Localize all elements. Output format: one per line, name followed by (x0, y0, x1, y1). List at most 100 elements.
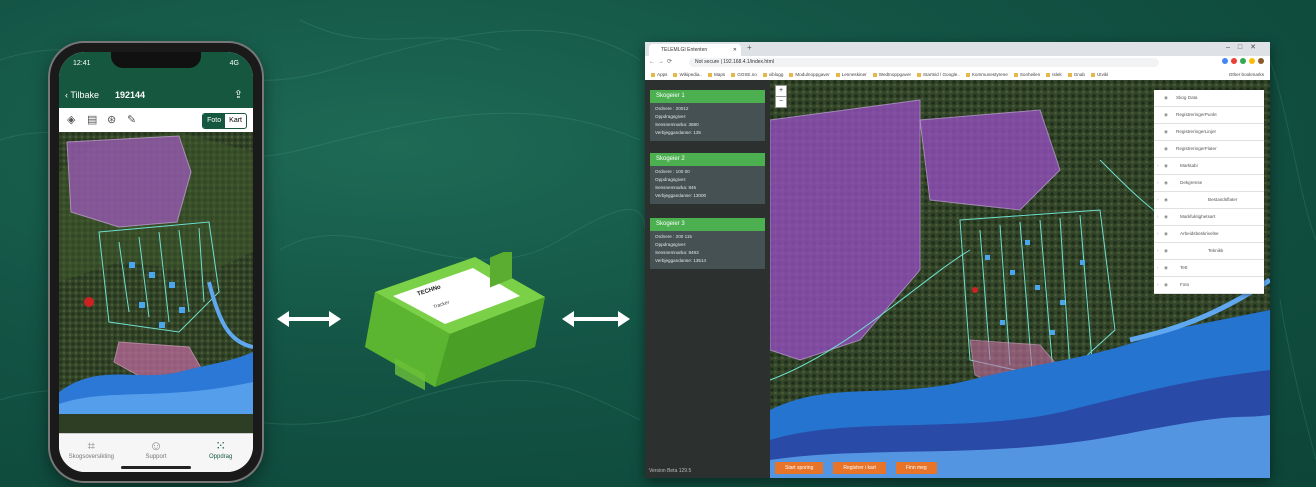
extension-icon[interactable] (1249, 58, 1255, 64)
layer-item[interactable]: ◉ RegistreringerLinjer (1154, 124, 1264, 141)
register-in-map-button[interactable]: Registrer i kart (833, 462, 886, 474)
toggle-foto[interactable]: Foto (203, 114, 226, 128)
map-view[interactable]: + − ◉ Skog Data ◉ RegistreringerPunkt ◉ Regis… (770, 80, 1270, 478)
start-tracking-button[interactable]: Start sporing (775, 462, 824, 474)
extension-icon[interactable] (1231, 58, 1237, 64)
eye-icon[interactable]: ◉ (1164, 192, 1168, 208)
layer-item[interactable]: › ◉ Bestandsflater (1154, 192, 1264, 209)
window-controls[interactable]: –□✕ (1226, 43, 1264, 51)
browser-tab[interactable]: TELEMLGI Ententen ✕ (649, 44, 741, 56)
bookmark-item[interactable]: Apps (651, 69, 667, 80)
layer-item[interactable]: › ◉ Teknikk (1154, 243, 1264, 260)
address-bar[interactable]: Not secure | 192.168.4.1/index.html (689, 58, 1159, 67)
chevron-right-icon[interactable]: › (1157, 226, 1159, 242)
layer-item[interactable]: ◉ RegistreringerFlater (1154, 141, 1264, 158)
extension-icon[interactable] (1222, 58, 1228, 64)
tab-oppdrag[interactable]: ⁙ Oppdrag (188, 434, 253, 472)
tracker-device: TECHNo Tracker (355, 248, 555, 392)
eye-icon[interactable]: ◉ (1164, 277, 1168, 293)
bookmark-item[interactable]: Sonheilen (1014, 69, 1040, 80)
layers-icon[interactable]: ◈ (67, 113, 75, 126)
back-button[interactable]: ‹ Tilbake (65, 90, 99, 100)
browser-nav-icons[interactable]: ←→⟳ (649, 58, 675, 65)
phone-notch (111, 52, 201, 68)
avatar[interactable] (1258, 58, 1264, 64)
eye-icon[interactable]: ◉ (1164, 175, 1168, 191)
phone-map-graphic (59, 132, 253, 414)
chevron-right-icon[interactable]: › (1157, 192, 1159, 208)
owner-card[interactable]: Skogeier 3 Ordnere : 200 115 Oppdragsgiv… (650, 218, 765, 269)
eye-icon[interactable]: ◉ (1164, 260, 1168, 276)
chevron-right-icon[interactable]: › (1157, 243, 1159, 259)
layer-label: Marktabi (1180, 163, 1198, 168)
bookmark-item[interactable]: Wikipedia.. (673, 69, 701, 80)
bookmark-item[interactable]: Startsid / Google.. (917, 69, 960, 80)
close-icon[interactable]: ✕ (733, 44, 737, 56)
toggle-kart[interactable]: Kart (225, 114, 246, 128)
truck-icon[interactable]: ▤ (87, 113, 97, 126)
bookmark-item[interactable]: Modulnoppgaver (789, 69, 829, 80)
owner-card-line: Sensnemnarka: 8493 (655, 250, 699, 255)
layer-item[interactable]: › ◉ Dekgrense (1154, 175, 1264, 192)
layer-label: Foto (1180, 282, 1190, 287)
tab-skogsoversikting[interactable]: ⌗ Skogsoversikting (59, 434, 124, 472)
chevron-right-icon[interactable]: › (1157, 277, 1159, 293)
sidebar: Skogeier 1 Ordnere : 20012 Oppdragsgiver… (645, 80, 770, 478)
layer-item[interactable]: › ◉ Markfuktighetsart (1154, 209, 1264, 226)
browser-window: TELEMLGI Ententen ✕ + –□✕ ←→⟳ Not secure… (645, 42, 1270, 478)
bookmark-item[interactable]: Lenneskiner (836, 69, 867, 80)
eye-icon[interactable]: ◉ (1164, 124, 1168, 140)
bidirectional-arrow-icon (562, 311, 630, 327)
view-toggle: Foto Kart (202, 113, 247, 129)
phone-mockup: 12:41 4G ‹ Tilbake 192144 ⇪ ◈ ▤ ⊛ ✎ Foto… (50, 43, 262, 481)
layer-label: Bestandsflater (1208, 197, 1238, 202)
owner-card[interactable]: Skogeier 1 Ordnere : 20012 Oppdragsgiver… (650, 90, 765, 141)
status-signal: 4G (229, 60, 239, 67)
find-me-button[interactable]: Finn meg (895, 462, 937, 474)
layer-item[interactable]: ◉ RegistreringerPunkt (1154, 107, 1264, 124)
layer-item[interactable]: › ◉ Marktabi (1154, 158, 1264, 175)
phone-map[interactable] (59, 132, 253, 434)
layer-item[interactable]: ◉ Skog Data (1154, 90, 1264, 107)
layer-item[interactable]: › ◉ Tett (1154, 260, 1264, 277)
nav-bar: ‹ Tilbake 192144 ⇪ (59, 84, 253, 108)
owner-card-line: Sensnemnarka: 3680 (655, 122, 699, 127)
pen-icon[interactable]: ✎ (127, 113, 136, 126)
bookmark-item[interactable]: Gnab (1068, 69, 1085, 80)
chevron-right-icon[interactable]: › (1157, 158, 1159, 174)
eye-icon[interactable]: ◉ (1164, 243, 1168, 259)
bookmark-item[interactable]: Wedtnoppgaver (873, 69, 911, 80)
eye-icon[interactable]: ◉ (1164, 158, 1168, 174)
layer-item[interactable]: › ◉ Foto (1154, 277, 1264, 294)
layer-panel: ◉ Skog Data ◉ RegistreringerPunkt ◉ Registrer… (1154, 90, 1264, 294)
settings-icon[interactable]: ⊛ (107, 113, 116, 126)
bookmark-item[interactable]: viblogg (763, 69, 784, 80)
other-bookmarks[interactable]: Other bookmarks (1229, 69, 1264, 80)
bookmark-item[interactable]: Kommunestyrene (966, 69, 1008, 80)
layer-label: RegistreringerPunkt (1176, 112, 1217, 117)
zoom-in-button[interactable]: + (776, 86, 786, 96)
eye-icon[interactable]: ◉ (1164, 90, 1168, 106)
eye-icon[interactable]: ◉ (1164, 226, 1168, 242)
bookmark-item[interactable]: Maps (708, 69, 725, 80)
chevron-right-icon[interactable]: › (1157, 209, 1159, 225)
layer-label: Teknikk (1208, 248, 1224, 253)
bookmark-item[interactable]: Islek (1046, 69, 1061, 80)
share-icon[interactable]: ⇪ (234, 88, 243, 101)
bookmark-item[interactable]: GOSE.no (731, 69, 757, 80)
owner-card-line: Ordnere : 100 00 (655, 169, 690, 174)
owner-card[interactable]: Skogeier 2 Ordnere : 100 00 Oppdragsgive… (650, 153, 765, 204)
layer-item[interactable]: › ◉ Arbeidsbeskrivelse (1154, 226, 1264, 243)
eye-icon[interactable]: ◉ (1164, 141, 1168, 157)
layer-label: RegistreringerFlater (1176, 146, 1217, 151)
eye-icon[interactable]: ◉ (1164, 209, 1168, 225)
extension-icon[interactable] (1240, 58, 1246, 64)
bookmark-item[interactable]: Utvikl (1091, 69, 1108, 80)
zoom-out-button[interactable]: − (776, 96, 786, 107)
chevron-right-icon[interactable]: › (1157, 175, 1159, 191)
status-time: 12:41 (73, 60, 91, 67)
layer-label: Dekgrense (1180, 180, 1203, 185)
chevron-right-icon[interactable]: › (1157, 260, 1159, 276)
new-tab-button[interactable]: + (747, 43, 752, 52)
eye-icon[interactable]: ◉ (1164, 107, 1168, 123)
